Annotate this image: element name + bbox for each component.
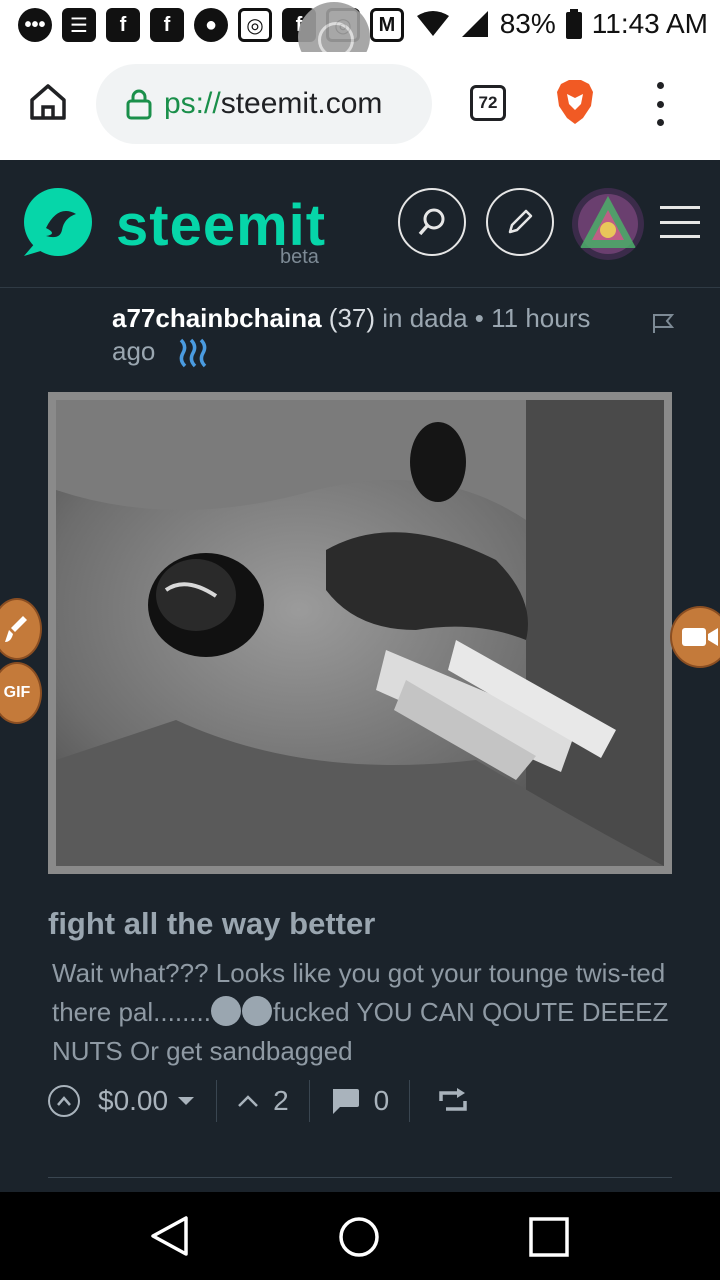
caret-down-icon[interactable] xyxy=(176,1095,196,1107)
address-bar[interactable]: ps://steemit.com xyxy=(96,64,432,144)
browser-toolbar: ps://steemit.com 72 xyxy=(0,52,720,160)
battery-percent: 83% xyxy=(499,8,556,39)
steemit-logo-icon[interactable] xyxy=(18,184,96,262)
wifi-icon xyxy=(416,11,449,36)
user-avatar[interactable] xyxy=(572,188,644,260)
video-record-button[interactable] xyxy=(670,606,720,668)
facebook-icon: f xyxy=(150,8,184,42)
vote-count[interactable]: 2 xyxy=(273,1085,289,1117)
steem-power-icon xyxy=(179,338,206,368)
brave-shield-icon[interactable] xyxy=(555,80,595,126)
recents-square-icon[interactable] xyxy=(528,1216,570,1258)
beta-label: beta xyxy=(280,246,319,268)
author-reputation: (37) xyxy=(328,303,376,333)
expressionless-emoji-icon xyxy=(241,996,272,1026)
post-meta: a77chainbchaina (37) in dada • 11 hours … xyxy=(112,302,622,368)
paintbrush-icon xyxy=(5,616,27,642)
reblog-icon[interactable] xyxy=(438,1088,468,1114)
battery-icon xyxy=(565,9,582,39)
message-icon: ••• xyxy=(18,8,52,42)
author-link[interactable]: a77chainbchaina xyxy=(112,303,322,333)
news-icon: ☰ xyxy=(62,8,96,42)
flag-icon[interactable] xyxy=(652,312,674,334)
browser-menu-button[interactable] xyxy=(650,82,670,126)
instagram-icon: ◎ xyxy=(238,8,272,42)
video-camera-icon xyxy=(682,628,718,646)
post-actions: $0.00 2 0 xyxy=(48,1078,468,1124)
search-icon xyxy=(418,208,445,236)
post-body: Wait what??? Looks like you got your tou… xyxy=(52,958,669,1066)
status-bar: ••• ☰ f f ● ◎ f ◎ M 83% 11:43 AM xyxy=(0,0,720,72)
upvote-button[interactable] xyxy=(48,1085,80,1117)
gif-button[interactable]: GIF xyxy=(0,662,42,724)
chevron-up-icon xyxy=(238,1095,258,1107)
payout-value[interactable]: $0.00 xyxy=(98,1085,168,1117)
hamburger-menu-icon[interactable] xyxy=(660,206,700,238)
post-image[interactable] xyxy=(48,392,672,874)
clock: 11:43 AM xyxy=(591,8,708,39)
facebook-icon: f xyxy=(106,8,140,42)
url-text: ps://steemit.com xyxy=(164,87,383,120)
site-header: steemit beta xyxy=(0,160,720,288)
compose-button[interactable] xyxy=(486,188,554,256)
chevron-up-icon xyxy=(57,1096,71,1106)
gmail-icon: M xyxy=(370,8,404,42)
home-circle-icon[interactable] xyxy=(338,1216,380,1258)
post-divider xyxy=(48,1177,672,1178)
back-triangle-icon[interactable] xyxy=(148,1214,190,1258)
search-button[interactable] xyxy=(398,188,466,256)
lock-icon xyxy=(126,89,152,120)
gif-label: GIF xyxy=(3,684,31,701)
signal-icon xyxy=(461,11,488,37)
home-icon[interactable] xyxy=(26,80,70,124)
expressionless-emoji-icon xyxy=(210,996,241,1026)
comment-icon[interactable] xyxy=(330,1087,360,1115)
tab-switcher-button[interactable]: 72 xyxy=(470,85,506,121)
comment-count[interactable]: 0 xyxy=(374,1085,390,1117)
chat-icon: ● xyxy=(194,8,228,42)
paint-brush-button[interactable] xyxy=(0,598,42,660)
post-title[interactable]: fight all the way better xyxy=(48,906,375,942)
android-nav-bar xyxy=(0,1192,720,1280)
pencil-icon xyxy=(508,209,533,234)
